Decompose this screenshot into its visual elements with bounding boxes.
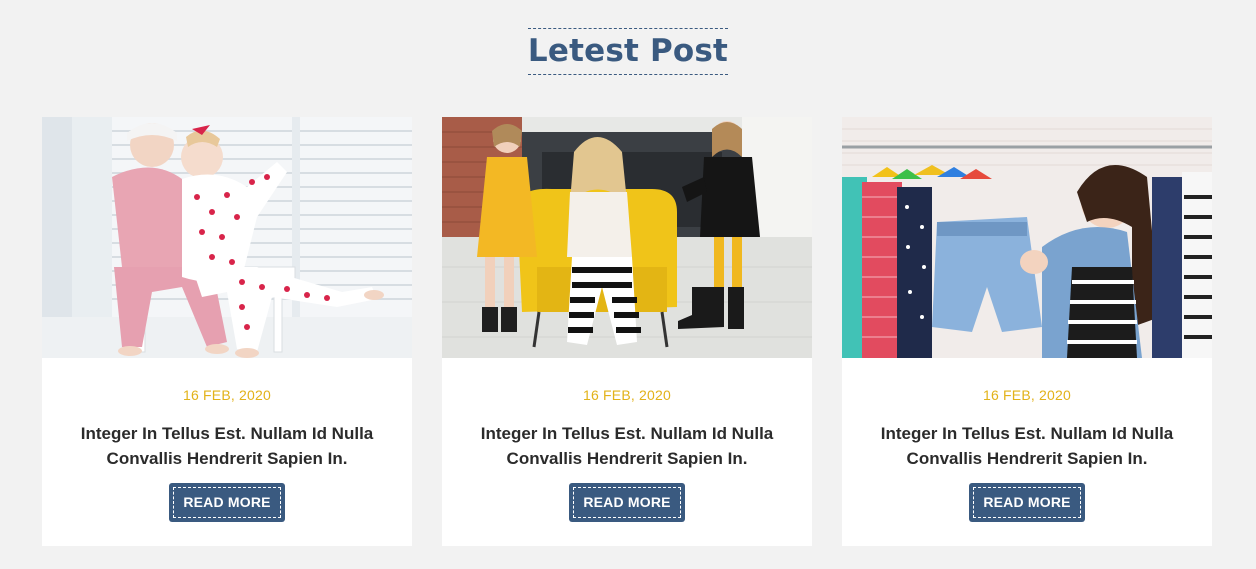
post-card: 16 FEB, 2020 Integer In Tellus Est. Null…: [42, 117, 412, 546]
section-header: Letest Post: [0, 28, 1256, 75]
post-card: 16 FEB, 2020 Integer In Tellus Est. Null…: [442, 117, 812, 546]
post-image[interactable]: [442, 117, 812, 358]
post-card: 16 FEB, 2020 Integer In Tellus Est. Null…: [842, 117, 1212, 546]
post-title[interactable]: Integer In Tellus Est. Nullam Id Nulla C…: [467, 421, 787, 471]
post-image-kids-armchair: [442, 117, 812, 358]
post-date: 16 FEB, 2020: [182, 387, 271, 403]
post-image[interactable]: [42, 117, 412, 358]
post-image[interactable]: [842, 117, 1212, 358]
read-more-label: READ MORE: [173, 487, 281, 518]
post-date: 16 FEB, 2020: [582, 387, 671, 403]
post-image-girl-clothes-rack: [842, 117, 1212, 358]
post-list: 16 FEB, 2020 Integer In Tellus Est. Null…: [42, 117, 1212, 546]
section-title: Letest Post: [527, 28, 729, 75]
post-title[interactable]: Integer In Tellus Est. Nullam Id Nulla C…: [67, 421, 387, 471]
post-image-kids-pajamas: [42, 117, 412, 358]
read-more-button[interactable]: READ MORE: [969, 483, 1085, 522]
read-more-label: READ MORE: [973, 487, 1081, 518]
post-date: 16 FEB, 2020: [982, 387, 1071, 403]
read-more-button[interactable]: READ MORE: [169, 483, 285, 522]
read-more-label: READ MORE: [573, 487, 681, 518]
post-title[interactable]: Integer In Tellus Est. Nullam Id Nulla C…: [867, 421, 1187, 471]
read-more-button[interactable]: READ MORE: [569, 483, 685, 522]
